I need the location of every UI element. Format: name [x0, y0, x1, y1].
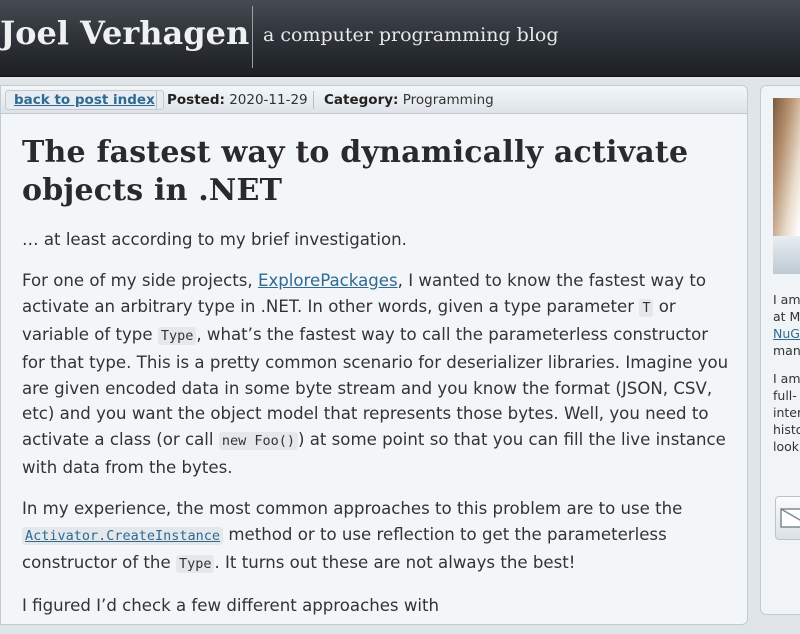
- post-paragraph-3: I figured I’d check a few different appr…: [22, 595, 440, 615]
- bio-line: histo: [773, 422, 800, 437]
- bio-line: full-: [773, 388, 797, 403]
- site-title[interactable]: Joel Verhagen: [0, 14, 249, 52]
- back-to-post-index-link[interactable]: back to post index: [5, 90, 164, 110]
- posted-label: Posted:: [167, 92, 225, 108]
- site-tagline: a computer programming blog: [263, 24, 559, 46]
- post-intro: … at least according to my brief investi…: [22, 230, 407, 249]
- post-category: Category: Programming: [324, 91, 494, 109]
- text-run: . It turns out these are not always the …: [214, 552, 576, 572]
- header-divider: [252, 6, 253, 68]
- inline-code-type: Type: [175, 554, 215, 573]
- explorepackages-link[interactable]: ExplorePackages: [258, 271, 398, 290]
- inline-code-type: Type: [157, 326, 197, 345]
- bio-line: I am: [773, 371, 800, 386]
- bio-line: at M: [773, 309, 800, 324]
- meta-divider: [313, 91, 314, 109]
- text-run: For one of my side projects,: [22, 270, 258, 290]
- post-paragraph-2: In my experience, the most common approa…: [22, 496, 730, 578]
- bio-paragraph-1: I am at M NuG man: [773, 291, 800, 359]
- category-value: Programming: [402, 92, 494, 108]
- post-paragraph-1: For one of my side projects, ExplorePack…: [22, 268, 730, 481]
- text-run: In my experience, the most common approa…: [22, 499, 683, 519]
- bio-paragraph-2: I am full- inter histo look: [773, 370, 800, 455]
- inline-code-link[interactable]: Activator.CreateInstance: [22, 527, 224, 546]
- bio-line: I am: [773, 292, 800, 307]
- inline-code-t: T: [639, 298, 654, 317]
- posted-value: 2020-11-29: [229, 92, 308, 108]
- nuget-link[interactable]: NuG: [773, 326, 800, 341]
- site-header: Joel Verhagen a computer programming blo…: [0, 0, 800, 77]
- author-sidebar: I am at M NuG man I am full- inter histo…: [760, 85, 800, 615]
- post-content: The fastest way to dynamically activate …: [22, 134, 730, 634]
- meta-divider: [156, 91, 157, 109]
- inline-code-new-foo: new Foo(): [218, 432, 298, 451]
- activator-createinstance-link[interactable]: Activator.CreateInstance: [22, 525, 224, 546]
- bio-line: inter: [773, 405, 800, 420]
- avatar-shoulder: [773, 236, 800, 274]
- bio-line: man: [773, 343, 800, 358]
- author-bio: I am at M NuG man I am full- inter histo…: [773, 291, 800, 466]
- email-button[interactable]: [775, 496, 800, 540]
- envelope-icon: [780, 508, 800, 528]
- category-label: Category:: [324, 92, 399, 108]
- posted-date: Posted: 2020-11-29: [167, 91, 308, 109]
- post-panel: back to post index Posted: 2020-11-29 Ca…: [0, 85, 748, 625]
- post-title: The fastest way to dynamically activate …: [22, 135, 689, 208]
- post-meta-bar: back to post index Posted: 2020-11-29 Ca…: [1, 86, 747, 114]
- bio-line: look: [773, 439, 800, 454]
